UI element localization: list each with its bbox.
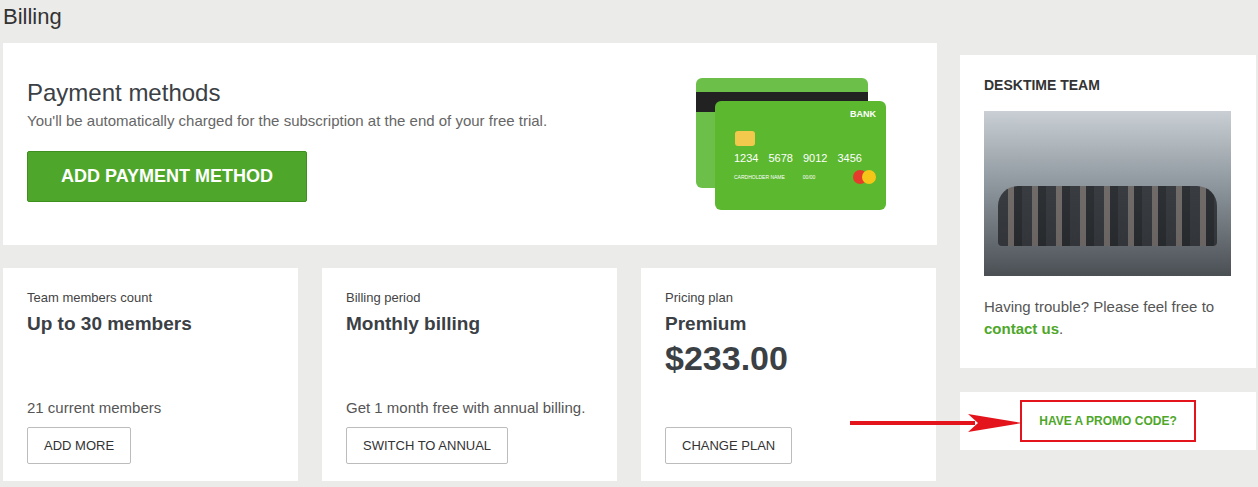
brand-circle (862, 170, 876, 184)
summary-button[interactable]: CHANGE PLAN (665, 427, 792, 464)
summary-note: 21 current members (27, 399, 274, 416)
help-end: . (1059, 320, 1063, 337)
team-title: DESKTIME TEAM (984, 77, 1232, 93)
card-number-group: 3456 (837, 152, 861, 164)
plan-price: $233.00 (665, 339, 912, 378)
photo-people (998, 186, 1217, 246)
summary-card: Billing period Monthly billing Get 1 month… (322, 268, 617, 481)
payment-description: You'll be automatically charged for the … (27, 112, 547, 129)
team-card: DESKTIME TEAM Having trouble? Please feel… (960, 55, 1256, 368)
summary-bottom: 21 current members ADD MORE (27, 399, 274, 464)
summary-bottom: Get 1 month free with annual billing. SWI… (346, 399, 593, 464)
payment-info: Payment methods You'll be automatically c… (27, 78, 547, 221)
summary-value: Monthly billing (346, 313, 593, 335)
card-number-group: 9012 (803, 152, 827, 164)
summary-row: Team members count Up to 30 members 21 cur… (3, 268, 937, 481)
card-number-group: 5678 (768, 152, 792, 164)
card-number-group: 1234 (734, 152, 758, 164)
summary-bottom: CHANGE PLAN (665, 427, 912, 464)
card-bank: BANK (725, 109, 876, 119)
summary-card: Pricing plan Premium $233.00 CHANGE PLAN (641, 268, 936, 481)
summary-value: Up to 30 members (27, 313, 274, 335)
add-payment-button[interactable]: ADD PAYMENT METHOD (27, 151, 307, 202)
chip-icon (735, 131, 755, 146)
summary-label: Billing period (346, 290, 593, 305)
contact-link[interactable]: contact us (984, 320, 1059, 337)
help-message: Having trouble? Please feel free to (984, 298, 1214, 315)
team-photo (984, 111, 1231, 276)
card-holder: CARDHOLDER NAME (734, 174, 785, 180)
payment-card: Payment methods You'll be automatically c… (3, 43, 937, 245)
credit-card-icon: BANK 1234 5678 9012 3456 CARDHOLDER NAME 00/00 (696, 78, 888, 212)
card-brand-icon (853, 170, 876, 184)
summary-note: Get 1 month free with annual billing. (346, 399, 593, 416)
summary-label: Team members count (27, 290, 274, 305)
summary-button[interactable]: SWITCH TO ANNUAL (346, 427, 508, 464)
card-front: BANK 1234 5678 9012 3456 CARDHOLDER NAME 00/00 (715, 101, 886, 210)
summary-value: Premium (665, 313, 912, 335)
card-expiry: 00/00 (803, 174, 816, 180)
main-area: Payment methods You'll be automatically c… (0, 43, 1258, 481)
page-title: Billing (0, 0, 1258, 43)
promo-code-link[interactable]: HAVE A PROMO CODE? (1020, 400, 1196, 442)
left-column: Payment methods You'll be automatically c… (3, 43, 937, 481)
arrow-icon (848, 413, 1024, 433)
payment-title: Payment methods (27, 78, 547, 108)
card-number: 1234 5678 9012 3456 (734, 152, 876, 164)
summary-button[interactable]: ADD MORE (27, 427, 131, 464)
summary-label: Pricing plan (665, 290, 912, 305)
summary-card: Team members count Up to 30 members 21 cur… (3, 268, 298, 481)
right-column: DESKTIME TEAM Having trouble? Please feel… (960, 55, 1256, 450)
help-text: Having trouble? Please feel free to cont… (984, 296, 1232, 340)
card-bottom: CARDHOLDER NAME 00/00 (734, 170, 876, 184)
